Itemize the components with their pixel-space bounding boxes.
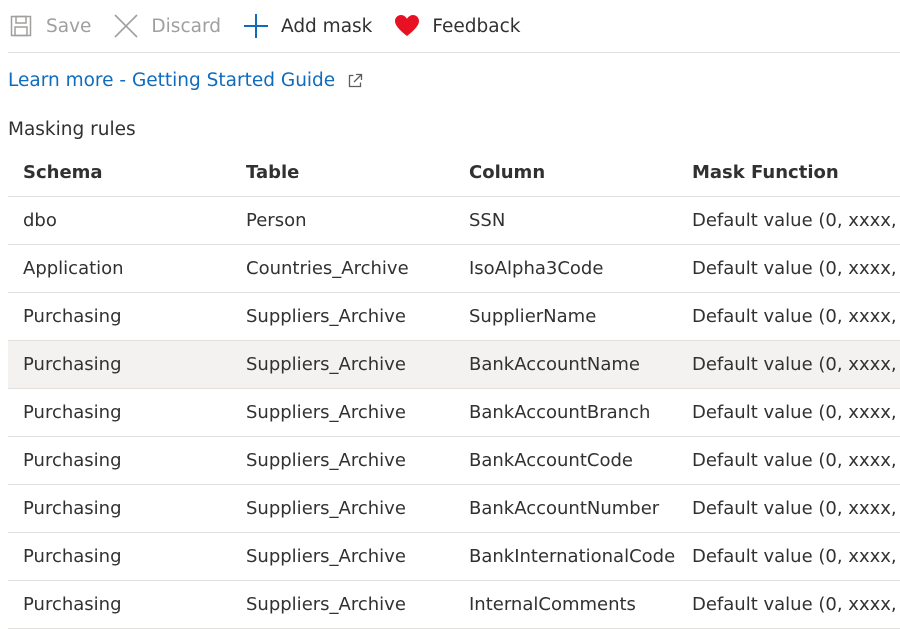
column-header-column[interactable]: Column: [454, 162, 676, 183]
save-label: Save: [46, 15, 92, 37]
cell-schema: dbo: [23, 210, 57, 231]
cell-schema: Purchasing: [23, 402, 122, 423]
command-bar: Save Discard Add mask Feedback: [8, 0, 900, 53]
cell-schema: Purchasing: [23, 594, 122, 615]
cell-column: BankAccountBranch: [469, 402, 651, 423]
cell-schema: Purchasing: [23, 354, 122, 375]
cell-column: SSN: [469, 210, 506, 231]
cell-mask-function: Default value (0, xxxx, ...: [692, 258, 900, 279]
table-row[interactable]: Purchasing Suppliers_Archive BankInterna…: [8, 533, 900, 581]
cell-table: Suppliers_Archive: [246, 402, 406, 423]
cell-schema: Application: [23, 258, 124, 279]
cell-column: BankAccountName: [469, 354, 640, 375]
column-header-table[interactable]: Table: [231, 162, 454, 183]
cell-schema: Purchasing: [23, 450, 122, 471]
cell-schema: Purchasing: [23, 306, 122, 327]
cell-mask-function: Default value (0, xxxx, ...: [692, 402, 900, 423]
feedback-button[interactable]: Feedback: [394, 6, 521, 46]
cell-table: Countries_Archive: [246, 258, 409, 279]
column-header-schema[interactable]: Schema: [8, 162, 231, 183]
add-mask-label: Add mask: [280, 15, 373, 37]
cell-table: Person: [246, 210, 307, 231]
table-row[interactable]: Purchasing Suppliers_Archive InternalCom…: [8, 581, 900, 629]
table-row[interactable]: Purchasing Suppliers_Archive BankAccount…: [8, 389, 900, 437]
cell-table: Suppliers_Archive: [246, 306, 406, 327]
cell-table: Suppliers_Archive: [246, 498, 406, 519]
cell-column: BankInternationalCode: [469, 546, 676, 567]
table-row[interactable]: Purchasing Suppliers_Archive BankAccount…: [8, 437, 900, 485]
heart-icon: [394, 13, 420, 39]
save-icon: [8, 13, 34, 39]
masking-rules-table: Schema Table Column Mask Function dbo Pe…: [8, 148, 900, 629]
table-row[interactable]: dbo Person SSN Default value (0, xxxx, .…: [8, 197, 900, 245]
table-row[interactable]: Purchasing Suppliers_Archive SupplierNam…: [8, 293, 900, 341]
close-icon: [113, 13, 139, 39]
cell-mask-function: Default value (0, xxxx, ...: [692, 450, 900, 471]
cell-column: IsoAlpha3Code: [469, 258, 604, 279]
cell-mask-function: Default value (0, xxxx, ...: [692, 210, 900, 231]
discard-label: Discard: [151, 15, 221, 37]
cell-mask-function: Default value (0, xxxx, ...: [692, 498, 900, 519]
cell-column: BankAccountNumber: [469, 498, 660, 519]
learn-more-link[interactable]: Learn more - Getting Started Guide: [8, 70, 363, 91]
column-header-mask-function[interactable]: Mask Function: [676, 162, 900, 183]
cell-schema: Purchasing: [23, 546, 122, 567]
cell-mask-function: Default value (0, xxxx, ...: [692, 594, 900, 615]
cell-table: Suppliers_Archive: [246, 450, 406, 471]
discard-button[interactable]: Discard: [113, 6, 221, 46]
feedback-label: Feedback: [432, 15, 521, 37]
cell-table: Suppliers_Archive: [246, 546, 406, 567]
cell-schema: Purchasing: [23, 498, 122, 519]
learn-more-text: Learn more - Getting Started Guide: [8, 70, 336, 91]
table-row[interactable]: Purchasing Suppliers_Archive BankAccount…: [8, 485, 900, 533]
cell-mask-function: Default value (0, xxxx, ...: [692, 354, 900, 375]
table-row[interactable]: Purchasing Suppliers_Archive BankAccount…: [8, 341, 900, 389]
cell-mask-function: Default value (0, xxxx, ...: [692, 306, 900, 327]
cell-table: Suppliers_Archive: [246, 354, 406, 375]
cell-column: BankAccountCode: [469, 450, 633, 471]
masking-rules-title: Masking rules: [8, 119, 136, 140]
cell-column: InternalComments: [469, 594, 636, 615]
save-button[interactable]: Save: [8, 6, 91, 46]
add-mask-button[interactable]: Add mask: [243, 6, 372, 46]
cell-mask-function: Default value (0, xxxx, ...: [692, 546, 900, 567]
external-link-icon: [347, 73, 363, 89]
cell-column: SupplierName: [469, 306, 597, 327]
table-header: Schema Table Column Mask Function: [8, 148, 900, 197]
cell-table: Suppliers_Archive: [246, 594, 406, 615]
table-row[interactable]: Application Countries_Archive IsoAlpha3C…: [8, 245, 900, 293]
plus-icon: [243, 13, 269, 39]
